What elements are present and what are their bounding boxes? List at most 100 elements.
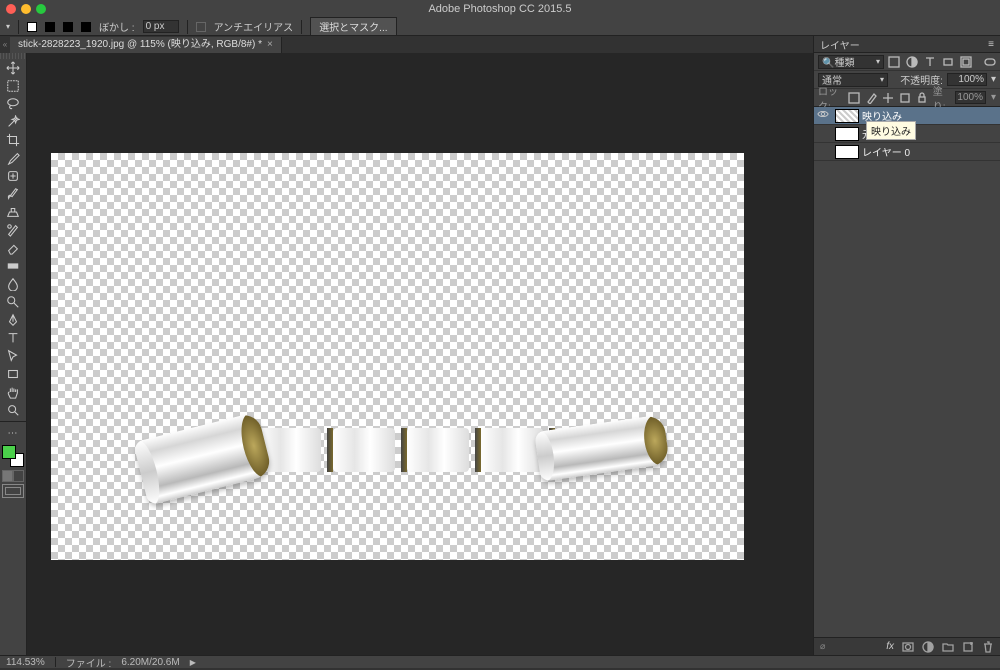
crop-tool[interactable]: [0, 131, 25, 149]
move-tool[interactable]: [0, 59, 25, 77]
clone-stamp-tool[interactable]: [0, 203, 25, 221]
history-brush-tool[interactable]: [0, 221, 25, 239]
rectangle-tool[interactable]: [0, 365, 25, 383]
healing-brush-tool[interactable]: [0, 167, 25, 185]
lasso-tool[interactable]: [0, 95, 25, 113]
tools-panel: ⋯: [0, 53, 27, 655]
zoom-level[interactable]: 114.53%: [6, 657, 45, 668]
window-controls: [6, 4, 46, 14]
chevron-down-icon[interactable]: ▾: [991, 74, 996, 85]
lock-all-icon[interactable]: [916, 92, 928, 104]
select-and-mask-button[interactable]: 選択とマスク...: [310, 17, 396, 36]
eraser-tool[interactable]: [0, 239, 25, 257]
document-tab-bar: « stick-2828223_1920.jpg @ 115% (映り込み, R…: [0, 36, 813, 53]
maximize-window-button[interactable]: [36, 4, 46, 14]
visibility-toggle[interactable]: [814, 109, 832, 122]
lock-artboard-icon[interactable]: [899, 92, 911, 104]
eyedropper-tool[interactable]: [0, 149, 25, 167]
filter-type-icon[interactable]: [924, 56, 936, 68]
layer-mask-icon[interactable]: [902, 641, 914, 653]
separator: [187, 20, 188, 34]
pen-tool[interactable]: [0, 311, 25, 329]
close-window-button[interactable]: [6, 4, 16, 14]
document-tab-label: stick-2828223_1920.jpg @ 115% (映り込み, RGB…: [18, 37, 262, 53]
separator: [18, 20, 19, 34]
layers-list: 映り込み 元画 レイヤー 0 映り込み: [814, 107, 1000, 161]
fill-input[interactable]: 100%: [955, 91, 986, 104]
active-tool-indicator[interactable]: ▾: [4, 22, 10, 31]
layer-filter-row: 🔍種類▾: [814, 53, 1000, 71]
filter-shape-icon[interactable]: [942, 56, 954, 68]
document-canvas[interactable]: [51, 153, 744, 560]
panel-menu-icon[interactable]: ≡: [988, 39, 994, 50]
layer-thumbnail[interactable]: [835, 145, 859, 159]
path-selection-tool[interactable]: [0, 347, 25, 365]
selection-subtract-icon[interactable]: [63, 22, 73, 32]
filter-adjustment-icon[interactable]: [906, 56, 918, 68]
layer-thumbnail[interactable]: [835, 127, 859, 141]
fx-menu[interactable]: fx: [886, 641, 894, 652]
gradient-tool[interactable]: [0, 257, 25, 275]
adjustment-layer-icon[interactable]: [922, 641, 934, 653]
panel-header[interactable]: レイヤー ≡: [814, 36, 1000, 53]
separator: [55, 657, 56, 667]
chevron-down-icon: ▾: [6, 22, 10, 31]
doc-info-label: ファイル :: [66, 655, 112, 670]
dodge-tool[interactable]: [0, 293, 25, 311]
antialias-label: アンチエイリアス: [214, 19, 294, 34]
filter-pixel-icon[interactable]: [888, 56, 900, 68]
canvas-content: [139, 421, 669, 506]
app-title: Adobe Photoshop CC 2015.5: [428, 3, 571, 15]
selection-new-icon[interactable]: [27, 22, 37, 32]
color-swatches[interactable]: [2, 445, 24, 467]
filter-smart-icon[interactable]: [960, 56, 972, 68]
status-bar: 114.53% ファイル : 6.20M/20.6M ▶: [0, 655, 1000, 668]
delete-layer-icon[interactable]: [982, 641, 994, 653]
blur-tool[interactable]: [0, 275, 25, 293]
lock-position-icon[interactable]: [882, 92, 894, 104]
edit-toolbar-icon[interactable]: ⋯: [0, 424, 25, 442]
selection-add-icon[interactable]: [45, 22, 55, 32]
marquee-tool[interactable]: [0, 77, 25, 95]
lock-fill-row: ロック: 塗り: 100% ▾: [814, 89, 1000, 107]
layers-panel: レイヤー ≡ 🔍種類▾ 通常▾ 不透明度: 100% ▾ ロック: 塗り: 10…: [813, 36, 1000, 655]
doc-info-value: 6.20M/20.6M: [121, 657, 179, 668]
lock-transparency-icon[interactable]: [848, 92, 860, 104]
antialias-checkbox[interactable]: [196, 22, 206, 32]
options-bar: ▾ ぼかし : アンチエイリアス 選択とマスク...: [0, 18, 1000, 36]
layers-panel-footer: ⌀ fx: [814, 637, 1000, 655]
zoom-tool[interactable]: [0, 401, 25, 419]
quick-mask-toggle[interactable]: [2, 470, 24, 482]
new-layer-icon[interactable]: [962, 641, 974, 653]
screen-mode-button[interactable]: [2, 484, 24, 498]
filter-toggle-icon[interactable]: [984, 56, 996, 68]
feather-label: ぼかし :: [99, 19, 135, 34]
group-icon[interactable]: [942, 641, 954, 653]
lock-image-icon[interactable]: [865, 92, 877, 104]
doc-info-menu-icon[interactable]: ▶: [190, 658, 196, 667]
separator: [0, 421, 26, 422]
panel-title: レイヤー: [820, 37, 860, 52]
tab-scroll-left[interactable]: «: [0, 40, 10, 49]
layer-name-tooltip: 映り込み: [866, 121, 916, 140]
layer-name[interactable]: レイヤー 0: [862, 144, 910, 159]
magic-wand-tool[interactable]: [0, 113, 25, 131]
separator: [301, 20, 302, 34]
layer-thumbnail[interactable]: [835, 109, 859, 123]
title-bar: Adobe Photoshop CC 2015.5: [0, 0, 1000, 18]
hand-tool[interactable]: [0, 383, 25, 401]
feather-input[interactable]: [143, 20, 179, 33]
document-tab[interactable]: stick-2828223_1920.jpg @ 115% (映り込み, RGB…: [10, 37, 282, 53]
brush-tool[interactable]: [0, 185, 25, 203]
layer-row[interactable]: レイヤー 0: [814, 143, 1000, 161]
close-tab-icon[interactable]: ×: [267, 37, 273, 53]
type-tool[interactable]: [0, 329, 25, 347]
minimize-window-button[interactable]: [21, 4, 31, 14]
opacity-input[interactable]: 100%: [947, 73, 987, 86]
chevron-down-icon[interactable]: ▾: [991, 92, 996, 103]
canvas-area[interactable]: [27, 53, 813, 655]
filter-kind-select[interactable]: 🔍種類▾: [818, 55, 884, 69]
selection-intersect-icon[interactable]: [81, 22, 91, 32]
foreground-color-swatch[interactable]: [2, 445, 16, 459]
link-layers-icon[interactable]: ⌀: [820, 641, 825, 652]
